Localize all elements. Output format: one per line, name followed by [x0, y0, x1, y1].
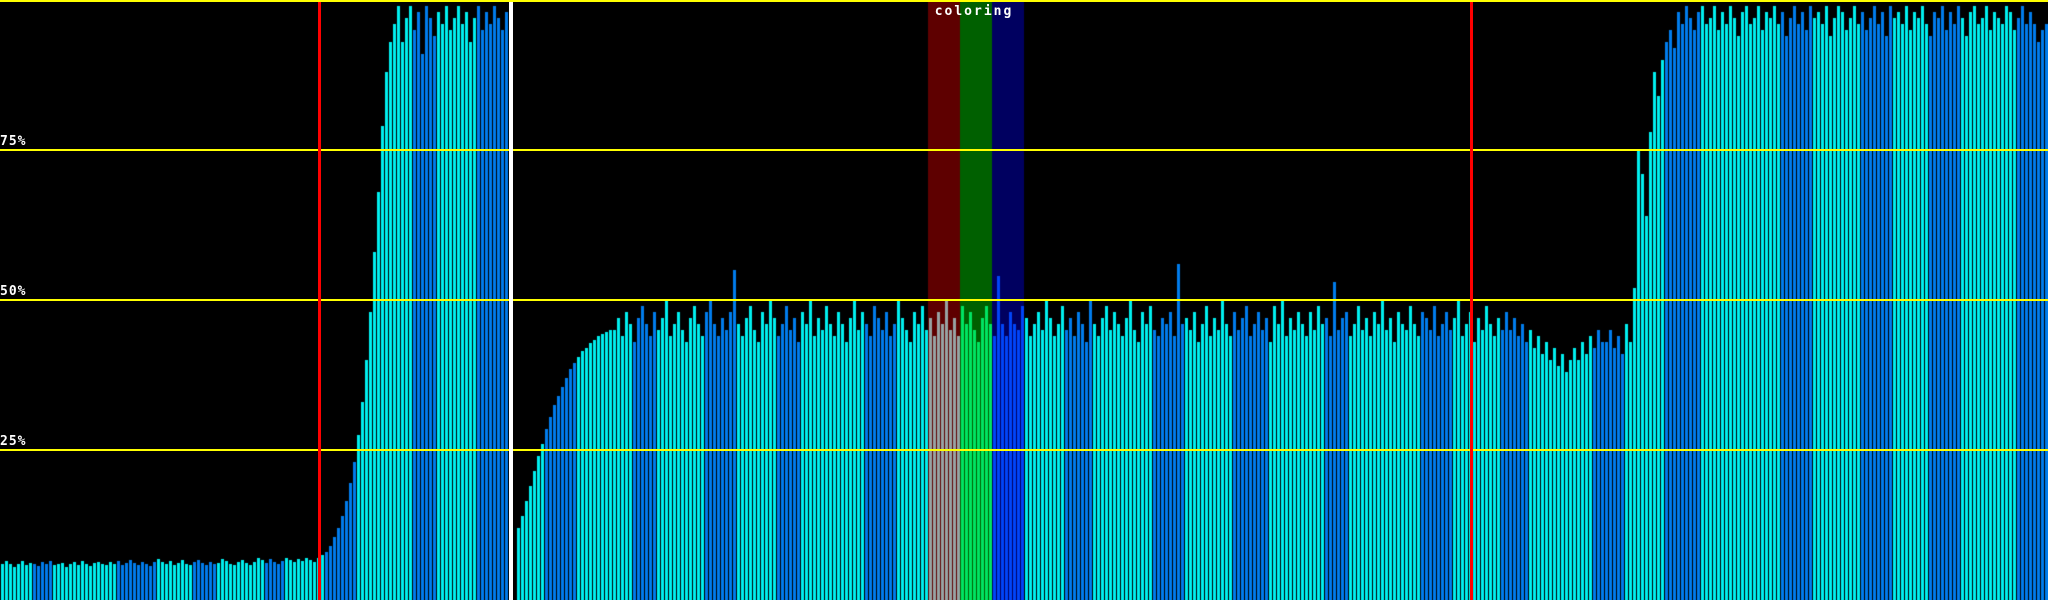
axis-label-50: 50% [0, 284, 27, 299]
panel-divider [509, 0, 513, 600]
gridline-50 [0, 299, 2048, 301]
gridline-25 [0, 449, 2048, 451]
axis-label-25: 25% [0, 434, 27, 449]
gridline-75 [0, 149, 2048, 151]
axis-label-75: 75% [0, 134, 27, 149]
top-border-line [0, 0, 2048, 2]
event-marker-left-panel [318, 0, 321, 600]
histogram-view: 75% 50% 25% coloring [0, 0, 2048, 600]
coloring-label: coloring [934, 4, 1014, 19]
event-marker-right-panel [1470, 0, 1473, 600]
